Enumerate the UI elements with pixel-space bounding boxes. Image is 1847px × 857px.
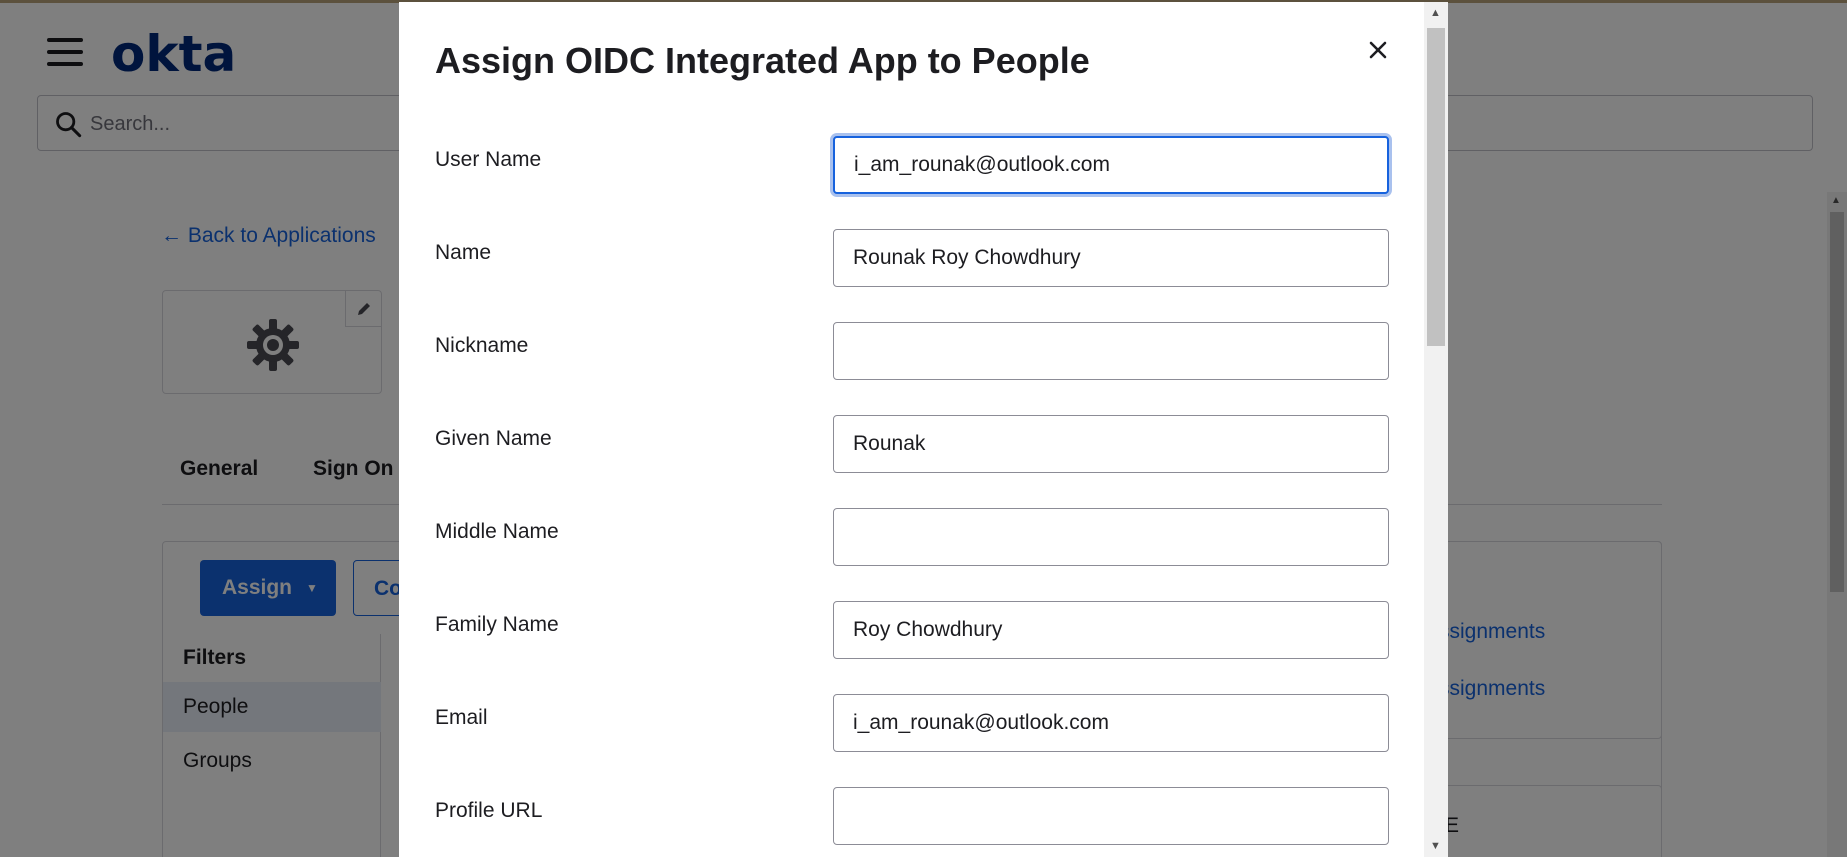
assign-people-modal: Assign OIDC Integrated App to People Use… bbox=[399, 2, 1448, 857]
profile-url-input[interactable] bbox=[833, 787, 1389, 845]
close-button[interactable] bbox=[1362, 34, 1394, 66]
name-label: Name bbox=[435, 241, 492, 264]
nickname-input[interactable] bbox=[833, 322, 1389, 380]
field-family-name: Family Name bbox=[435, 601, 1389, 673]
field-name: Name bbox=[435, 229, 1389, 301]
field-profile-url: Profile URL bbox=[435, 787, 1389, 857]
scroll-up-arrow-icon[interactable]: ▲ bbox=[1430, 7, 1441, 19]
email-label: Email bbox=[435, 706, 488, 729]
modal-title: Assign OIDC Integrated App to People bbox=[435, 40, 1090, 81]
user-name-label: User Name bbox=[435, 148, 542, 171]
nickname-label: Nickname bbox=[435, 334, 529, 357]
modal-scrollbar[interactable]: ▲ ▼ bbox=[1424, 2, 1448, 857]
field-email: Email bbox=[435, 694, 1389, 766]
family-name-input[interactable] bbox=[833, 601, 1389, 659]
name-input[interactable] bbox=[833, 229, 1389, 287]
scroll-down-arrow-icon[interactable]: ▼ bbox=[1430, 840, 1441, 852]
given-name-label: Given Name bbox=[435, 427, 552, 450]
modal-scrollbar-thumb[interactable] bbox=[1427, 28, 1445, 346]
field-middle-name: Middle Name bbox=[435, 508, 1389, 580]
user-name-input[interactable] bbox=[833, 136, 1389, 194]
close-icon bbox=[1369, 41, 1387, 59]
middle-name-input[interactable] bbox=[833, 508, 1389, 566]
field-given-name: Given Name bbox=[435, 415, 1389, 487]
profile-url-label: Profile URL bbox=[435, 799, 543, 822]
email-input[interactable] bbox=[833, 694, 1389, 752]
family-name-label: Family Name bbox=[435, 613, 559, 636]
field-nickname: Nickname bbox=[435, 322, 1389, 394]
field-user-name: User Name bbox=[435, 136, 1389, 208]
middle-name-label: Middle Name bbox=[435, 520, 559, 543]
given-name-input[interactable] bbox=[833, 415, 1389, 473]
